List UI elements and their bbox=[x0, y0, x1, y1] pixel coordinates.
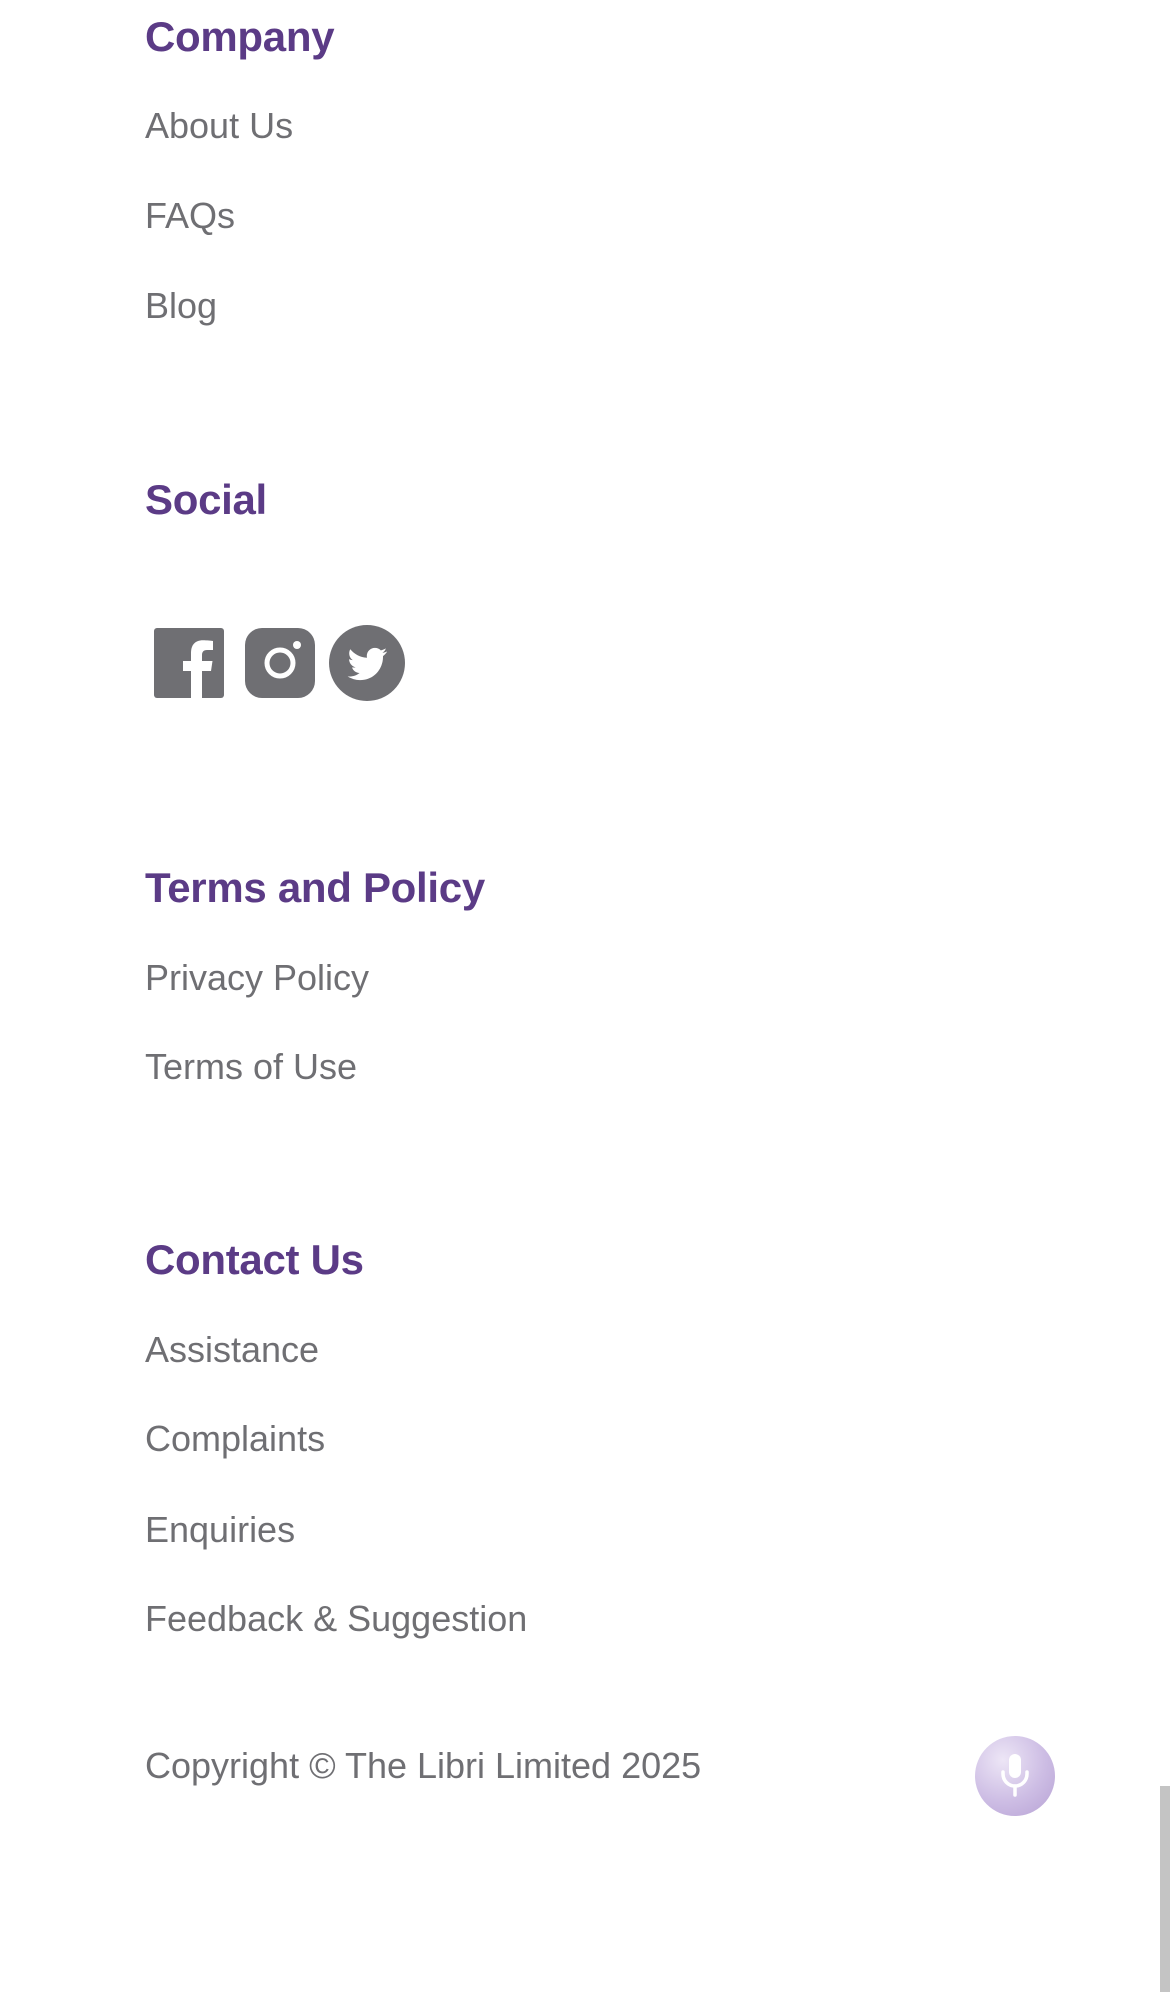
link-about-us[interactable]: About Us bbox=[145, 108, 293, 144]
voice-search-button[interactable] bbox=[975, 1736, 1055, 1816]
scrollbar-thumb[interactable] bbox=[1160, 1786, 1170, 1992]
contact-heading: Contact Us bbox=[145, 1236, 364, 1283]
copyright-text: Copyright © The Libri Limited 2025 bbox=[145, 1745, 702, 1786]
link-assistance[interactable]: Assistance bbox=[145, 1332, 319, 1368]
social-heading: Social bbox=[145, 476, 267, 523]
link-enquiries[interactable]: Enquiries bbox=[145, 1512, 295, 1548]
terms-heading: Terms and Policy bbox=[145, 864, 485, 911]
microphone-icon bbox=[995, 1750, 1035, 1803]
company-heading: Company bbox=[145, 13, 335, 60]
link-blog[interactable]: Blog bbox=[145, 288, 217, 324]
link-privacy-policy[interactable]: Privacy Policy bbox=[145, 960, 369, 996]
twitter-icon[interactable] bbox=[328, 624, 406, 702]
link-complaints[interactable]: Complaints bbox=[145, 1421, 325, 1457]
instagram-icon[interactable] bbox=[241, 624, 319, 702]
facebook-icon[interactable] bbox=[150, 624, 228, 702]
link-faqs[interactable]: FAQs bbox=[145, 198, 235, 234]
link-feedback-suggestion[interactable]: Feedback & Suggestion bbox=[145, 1601, 527, 1637]
link-terms-of-use[interactable]: Terms of Use bbox=[145, 1049, 357, 1085]
footer-page: Company About Us FAQs Blog Social Terms … bbox=[0, 0, 1170, 1992]
